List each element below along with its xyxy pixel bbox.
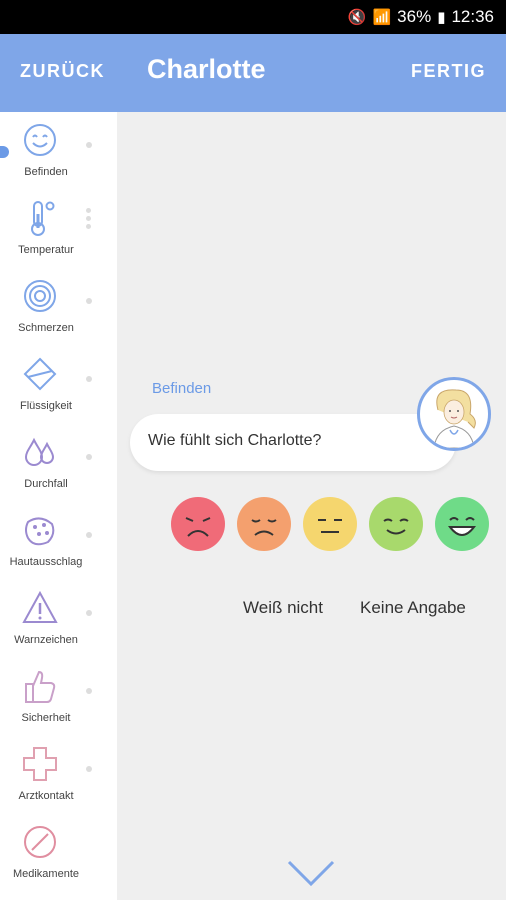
- chevron-down-icon[interactable]: [286, 858, 336, 888]
- app-bar: ZURÜCK Charlotte FERTIG: [0, 34, 506, 112]
- sidebar-item-label: Hautausschlag: [9, 556, 83, 568]
- sidebar-item-label: Sicherheit: [21, 712, 71, 724]
- thumbs-up-icon: [25, 670, 56, 703]
- mood-neutral-button[interactable]: [303, 497, 357, 551]
- mood-good-button[interactable]: [369, 497, 423, 551]
- mood-very-bad-button[interactable]: [171, 497, 225, 551]
- pill-icon: [24, 826, 56, 858]
- very-sad-face-icon: [171, 497, 225, 551]
- sidebar-item-label: Befinden: [24, 166, 68, 178]
- no-answer-option[interactable]: Keine Angabe: [360, 598, 466, 618]
- section-label: Befinden: [152, 380, 212, 397]
- battery-percent: 36%: [397, 7, 432, 26]
- mood-bad-button[interactable]: [237, 497, 291, 551]
- drops-icon: [24, 437, 55, 466]
- sidebar-item-temperatur[interactable]: Temperatur: [0, 190, 117, 268]
- mood-selector: [171, 497, 491, 553]
- neutral-face-icon: [303, 497, 357, 551]
- scroll-indicator: [86, 208, 92, 232]
- status-bar: 🔇 📶 36% ▮ 12:36: [0, 0, 506, 34]
- wifi-icon: 📶: [372, 9, 392, 26]
- sidebar-item-label: Warnzeichen: [14, 634, 78, 646]
- sidebar-dot: [86, 454, 92, 460]
- unknown-option[interactable]: Weiß nicht: [243, 598, 323, 618]
- done-button[interactable]: FERTIG: [411, 61, 486, 82]
- sidebar-dot: [86, 142, 92, 148]
- sidebar-item-label: Schmerzen: [18, 322, 74, 334]
- smile-face-icon: [369, 497, 423, 551]
- clock: 12:36: [451, 7, 494, 26]
- sidebar-item-label: Arztkontakt: [18, 790, 74, 802]
- sidebar-dot: [86, 688, 92, 694]
- nurse-avatar-icon: [433, 389, 476, 448]
- sidebar-dot: [86, 610, 92, 616]
- sidebar-item-label: Temperatur: [18, 244, 74, 256]
- battery-icon: ▮: [437, 9, 446, 26]
- sidebar-item-befinden[interactable]: Befinden: [0, 112, 117, 190]
- page-title: Charlotte: [147, 54, 266, 84]
- warning-icon: [22, 590, 58, 623]
- sidebar-dot: [86, 298, 92, 304]
- sidebar-dot: [86, 766, 92, 772]
- back-button[interactable]: ZURÜCK: [20, 61, 105, 82]
- sidebar-item-hautausschlag[interactable]: Hautausschlag: [0, 502, 117, 580]
- mood-very-good-button[interactable]: [435, 497, 489, 551]
- sidebar-item-durchfall[interactable]: Durchfall: [0, 424, 117, 502]
- sidebar-item-fluessigkeit[interactable]: Flüssigkeit: [0, 346, 117, 424]
- avatar: [417, 377, 491, 451]
- sidebar-item-warnzeichen[interactable]: Warnzeichen: [0, 580, 117, 658]
- sidebar-item-schmerzen[interactable]: Schmerzen: [0, 268, 117, 346]
- smiley-icon: [24, 124, 56, 156]
- question-bubble: Wie fühlt sich Charlotte?: [130, 414, 456, 471]
- sidebar-item-label: Durchfall: [24, 478, 68, 490]
- thermometer-icon: [31, 201, 55, 236]
- question-text: Wie fühlt sich Charlotte?: [148, 432, 322, 449]
- laughing-face-icon: [435, 497, 489, 551]
- sidebar-item-label: Flüssigkeit: [20, 400, 72, 412]
- sidebar-item-sicherheit[interactable]: Sicherheit: [0, 658, 117, 736]
- rash-icon: [25, 517, 55, 546]
- sad-face-icon: [237, 497, 291, 551]
- sidebar-dot: [86, 532, 92, 538]
- drop-square-icon: [23, 357, 57, 391]
- sidebar-item-medikamente[interactable]: Medikamente: [0, 814, 117, 892]
- cross-icon: [23, 747, 57, 781]
- sidebar-dot: [86, 376, 92, 382]
- sidebar-item-label: Medikamente: [12, 868, 80, 880]
- sidebar: Befinden Temperatur Schmerzen Flüssigkei…: [0, 112, 117, 900]
- pain-rings-icon: [24, 280, 56, 312]
- mute-icon: 🔇: [347, 9, 367, 26]
- sidebar-item-arztkontakt[interactable]: Arztkontakt: [0, 736, 117, 814]
